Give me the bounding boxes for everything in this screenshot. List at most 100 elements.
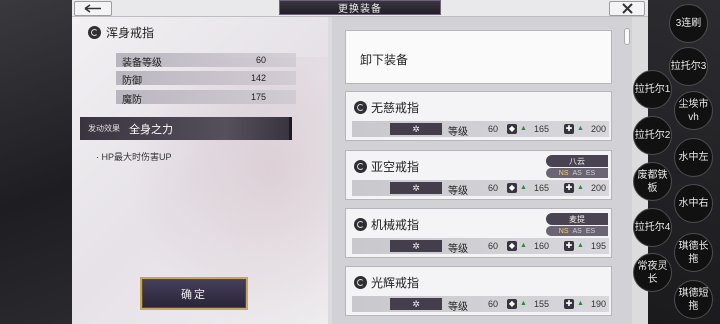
magic-defense-icon: ✚ bbox=[564, 299, 574, 309]
left-background bbox=[0, 0, 72, 324]
defense-icon: ◆ bbox=[507, 241, 517, 251]
effect-name: 全身之力 bbox=[129, 124, 173, 136]
effect-tag: 发动效果 bbox=[88, 124, 120, 133]
stat-label: 防御 bbox=[122, 76, 142, 87]
level-label: 等级 bbox=[448, 302, 468, 313]
equipment-card[interactable]: 机械戒指 麦提 NS AS ES ✲ 等级 60 ◆ ▲ 160 ✚ ▲ 195 bbox=[345, 208, 612, 258]
defense-value: 155 bbox=[534, 299, 550, 309]
ring-icon bbox=[88, 26, 101, 39]
item-name: 亚空戒指 bbox=[371, 160, 420, 174]
as-tag: AS bbox=[572, 227, 582, 235]
increase-arrow-icon: ▲ bbox=[577, 184, 584, 191]
defense-value: 160 bbox=[534, 241, 550, 251]
macro-button-10[interactable]: 琪德长拖 bbox=[674, 233, 713, 272]
equipment-card[interactable]: 光辉戒指 ✲ 等级 60 ◆ ▲ 155 ✚ ▲ 190 bbox=[345, 266, 612, 316]
increase-arrow-icon: ▲ bbox=[520, 242, 527, 249]
card-title: 无慈戒指 bbox=[354, 99, 419, 116]
level-label: 等级 bbox=[448, 127, 468, 138]
stat-label: 装备等级 bbox=[122, 58, 162, 69]
stat-row-mdef: 魔防 175 bbox=[116, 90, 296, 106]
ring-icon bbox=[354, 160, 367, 173]
level-label: 等级 bbox=[448, 244, 468, 255]
increase-arrow-icon: ▲ bbox=[520, 125, 527, 132]
macro-button-6[interactable]: 水中左 bbox=[674, 138, 713, 177]
macro-button-1[interactable]: 3连刷 bbox=[669, 4, 708, 43]
rarity-plate: ✲ bbox=[390, 240, 442, 252]
defense-value: 165 bbox=[534, 124, 550, 134]
close-button[interactable] bbox=[609, 1, 645, 16]
card-title: 光辉戒指 bbox=[354, 274, 419, 291]
rarity-plate: ✲ bbox=[390, 298, 442, 310]
level-value: 60 bbox=[488, 241, 499, 251]
back-button[interactable] bbox=[74, 1, 112, 16]
equipment-list: 卸下装备 无慈戒指 ✲ 等级 60 ◆ ▲ 165 ✚ ▲ 200 亚空戒指 八… bbox=[332, 17, 632, 324]
card-stat-line: ✲ 等级 60 ◆ ▲ 160 ✚ ▲ 195 bbox=[352, 238, 609, 255]
owner-badge: 麦提 bbox=[546, 213, 608, 225]
item-name: 机械戒指 bbox=[371, 218, 420, 232]
macro-button-9[interactable]: 拉托尔4 bbox=[633, 208, 672, 247]
stat-value: 142 bbox=[250, 73, 266, 83]
confirm-button[interactable]: 确定 bbox=[140, 277, 248, 310]
rarity-plate: ✲ bbox=[390, 182, 442, 194]
ns-tag: NS bbox=[558, 169, 569, 177]
card-stat-line: ✲ 等级 60 ◆ ▲ 165 ✚ ▲ 200 bbox=[352, 180, 609, 197]
level-value: 60 bbox=[488, 299, 499, 309]
tag-badge: NS AS ES bbox=[546, 168, 608, 178]
owner-badge: 八云 bbox=[546, 155, 608, 167]
card-title: 机械戒指 bbox=[354, 216, 419, 233]
back-arrow-icon bbox=[84, 4, 101, 13]
as-tag: AS bbox=[572, 169, 582, 177]
increase-arrow-icon: ▲ bbox=[520, 300, 527, 307]
item-detail-panel: 浑身戒指 装备等级 60 防御 142 魔防 175 发动效果 全身之力 · H… bbox=[72, 17, 328, 324]
magic-defense-value: 195 bbox=[591, 241, 607, 251]
increase-arrow-icon: ▲ bbox=[577, 242, 584, 249]
ring-icon bbox=[354, 218, 367, 231]
magic-defense-value: 190 bbox=[591, 299, 607, 309]
macro-button-11[interactable]: 常夜灵长 bbox=[633, 253, 672, 292]
unequip-button[interactable]: 卸下装备 bbox=[345, 30, 612, 84]
stat-row-def: 防御 142 bbox=[116, 71, 296, 87]
card-title: 亚空戒指 bbox=[354, 158, 419, 175]
level-value: 60 bbox=[488, 124, 499, 134]
increase-arrow-icon: ▲ bbox=[577, 125, 584, 132]
defense-icon: ◆ bbox=[507, 299, 517, 309]
rarity-plate: ✲ bbox=[390, 123, 442, 135]
macro-button-3[interactable]: 拉托尔1 bbox=[633, 70, 672, 109]
close-icon bbox=[621, 3, 633, 14]
defense-icon: ◆ bbox=[507, 183, 517, 193]
card-stat-line: ✲ 等级 60 ◆ ▲ 155 ✚ ▲ 190 bbox=[352, 296, 609, 313]
detail-item-name: 浑身戒指 bbox=[106, 26, 155, 40]
card-stat-line: ✲ 等级 60 ◆ ▲ 165 ✚ ▲ 200 bbox=[352, 121, 609, 138]
effect-description: · HP最大时伤害UP bbox=[96, 152, 172, 162]
detail-title: 浑身戒指 bbox=[88, 24, 154, 41]
increase-arrow-icon: ▲ bbox=[520, 184, 527, 191]
increase-arrow-icon: ▲ bbox=[577, 300, 584, 307]
macro-button-4[interactable]: 尘埃市vh bbox=[674, 91, 713, 130]
equipment-card[interactable]: 无慈戒指 ✲ 等级 60 ◆ ▲ 165 ✚ ▲ 200 bbox=[345, 91, 612, 141]
stat-value: 60 bbox=[255, 55, 266, 65]
magic-defense-icon: ✚ bbox=[564, 241, 574, 251]
macro-button-8[interactable]: 水中右 bbox=[674, 184, 713, 223]
item-name: 光辉戒指 bbox=[371, 276, 420, 290]
magic-defense-value: 200 bbox=[591, 124, 607, 134]
magic-defense-icon: ✚ bbox=[564, 183, 574, 193]
level-value: 60 bbox=[488, 183, 499, 193]
window-title: 更换装备 bbox=[279, 0, 441, 15]
es-tag: ES bbox=[585, 227, 596, 235]
stat-value: 175 bbox=[250, 92, 266, 102]
macro-button-12[interactable]: 琪德短拖 bbox=[674, 280, 713, 319]
ring-icon bbox=[354, 276, 367, 289]
macro-button-7[interactable]: 废都铁板 bbox=[633, 162, 672, 201]
tag-badge: NS AS ES bbox=[546, 226, 608, 236]
stat-label: 魔防 bbox=[122, 95, 142, 106]
item-name: 无慈戒指 bbox=[371, 101, 420, 115]
macro-button-2[interactable]: 拉托尔3 bbox=[669, 47, 708, 86]
level-label: 等级 bbox=[448, 186, 468, 197]
magic-defense-icon: ✚ bbox=[564, 124, 574, 134]
equipment-card[interactable]: 亚空戒指 八云 NS AS ES ✲ 等级 60 ◆ ▲ 165 ✚ ▲ 200 bbox=[345, 150, 612, 200]
list-scrollbar[interactable] bbox=[624, 28, 630, 45]
stat-row-level: 装备等级 60 bbox=[116, 53, 296, 69]
ring-icon bbox=[354, 101, 367, 114]
macro-button-5[interactable]: 拉托尔2 bbox=[633, 116, 672, 155]
unequip-label: 卸下装备 bbox=[360, 53, 409, 67]
